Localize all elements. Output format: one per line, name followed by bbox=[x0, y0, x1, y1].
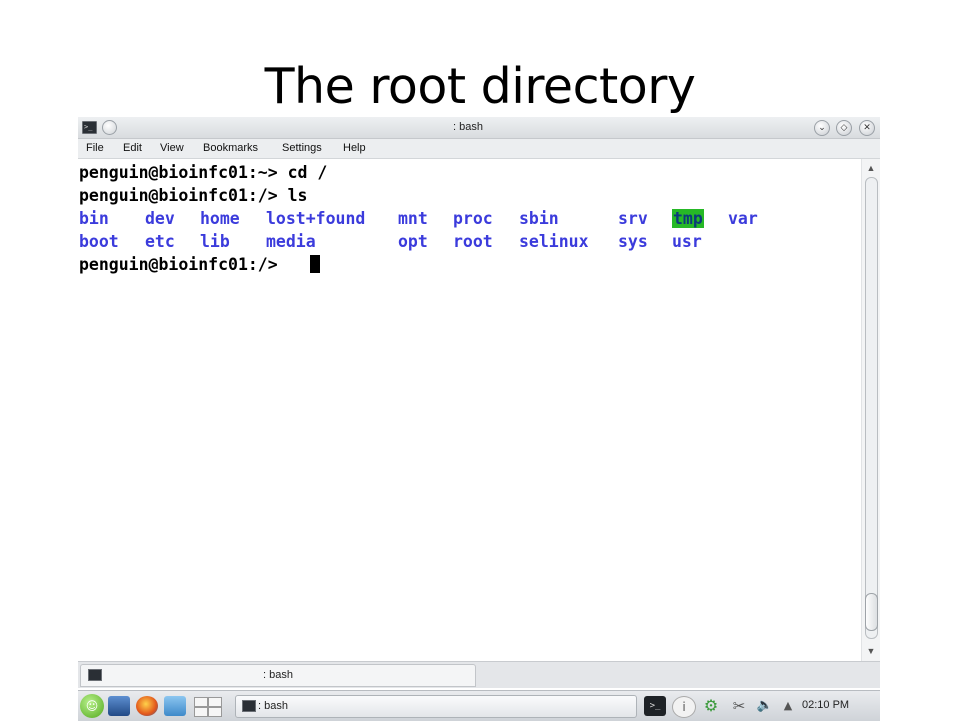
volume-icon[interactable]: 🔈 bbox=[754, 696, 776, 716]
clock[interactable]: 02:10 PM bbox=[802, 699, 849, 711]
scissors-icon[interactable]: ✂ bbox=[728, 696, 750, 716]
desktop-panel: ☺ : bash >_ i ⚙ ✂ 🔈 ▲ 02:10 PM bbox=[78, 690, 880, 721]
scrollbar-track[interactable] bbox=[865, 177, 878, 639]
menu-settings[interactable]: Settings bbox=[282, 142, 322, 154]
dir-entry: usr bbox=[672, 232, 702, 251]
window-title: : bash bbox=[453, 121, 483, 133]
dir-entry: media bbox=[266, 232, 316, 251]
menu-bookmarks[interactable]: Bookmarks bbox=[203, 142, 258, 154]
terminal-line: penguin@bioinfc01:/> ls bbox=[79, 186, 308, 205]
slide-title: The root directory bbox=[264, 58, 696, 115]
terminal-line: penguin@bioinfc01:~> cd / bbox=[79, 163, 328, 182]
dir-entry: boot bbox=[79, 232, 119, 251]
scroll-up-icon[interactable]: ▲ bbox=[864, 162, 878, 174]
menu-bar: File Edit View Bookmarks Settings Help bbox=[78, 139, 880, 159]
scroll-down-icon[interactable]: ▼ bbox=[864, 645, 878, 657]
desktop-icon[interactable] bbox=[108, 696, 130, 716]
dir-entry: sbin bbox=[519, 209, 559, 228]
arrow-up-icon[interactable]: ▲ bbox=[780, 696, 796, 716]
terminal-tray-icon[interactable]: >_ bbox=[644, 696, 666, 716]
vertical-scrollbar[interactable]: ▲ ▼ bbox=[861, 159, 880, 661]
dir-entry: sys bbox=[618, 232, 648, 251]
menu-help[interactable]: Help bbox=[343, 142, 366, 154]
dir-entry: bin bbox=[79, 209, 109, 228]
info-icon[interactable]: i bbox=[672, 696, 696, 718]
dir-entry: mnt bbox=[398, 209, 428, 228]
terminal-icon bbox=[242, 700, 256, 712]
maximize-button[interactable]: ◇ bbox=[836, 120, 852, 136]
dir-entry: var bbox=[728, 209, 758, 228]
terminal-output[interactable]: penguin@bioinfc01:~> cd / penguin@bioinf… bbox=[78, 159, 860, 661]
dir-entry: proc bbox=[453, 209, 493, 228]
firefox-icon[interactable] bbox=[136, 696, 158, 716]
dir-entry-tmp: tmp bbox=[672, 209, 704, 228]
dir-entry: home bbox=[200, 209, 240, 228]
dir-entry: etc bbox=[145, 232, 175, 251]
menu-edit[interactable]: Edit bbox=[123, 142, 142, 154]
close-button[interactable]: ✕ bbox=[859, 120, 875, 136]
taskbar-item-label: : bash bbox=[258, 700, 288, 712]
taskbar-item-bash[interactable]: : bash bbox=[235, 695, 637, 718]
menu-file[interactable]: File bbox=[86, 142, 104, 154]
scrollbar-thumb[interactable] bbox=[865, 593, 878, 631]
text-cursor bbox=[310, 255, 320, 273]
dir-entry: opt bbox=[398, 232, 428, 251]
dir-entry: lost+found bbox=[266, 209, 366, 228]
terminal-prompt: penguin@bioinfc01:/> bbox=[79, 255, 288, 274]
opensuse-menu-icon[interactable]: ☺ bbox=[80, 694, 104, 718]
updater-icon[interactable]: ⚙ bbox=[700, 696, 722, 716]
session-tab-label: : bash bbox=[263, 669, 293, 681]
session-tab-bar: : bash bbox=[78, 661, 880, 688]
terminal-window: >_ : bash ⌄ ◇ ✕ File Edit View Bookmarks… bbox=[78, 117, 880, 720]
menu-view[interactable]: View bbox=[160, 142, 184, 154]
minimize-button[interactable]: ⌄ bbox=[814, 120, 830, 136]
dir-entry: lib bbox=[200, 232, 230, 251]
session-tab[interactable]: : bash bbox=[80, 664, 476, 687]
window-titlebar[interactable]: >_ : bash ⌄ ◇ ✕ bbox=[78, 117, 880, 139]
dir-entry: dev bbox=[145, 209, 175, 228]
dir-entry: selinux bbox=[519, 232, 589, 251]
dir-entry: root bbox=[453, 232, 493, 251]
workspaces-icon[interactable] bbox=[192, 696, 222, 717]
dir-entry: srv bbox=[618, 209, 648, 228]
file-manager-icon[interactable] bbox=[164, 696, 186, 716]
